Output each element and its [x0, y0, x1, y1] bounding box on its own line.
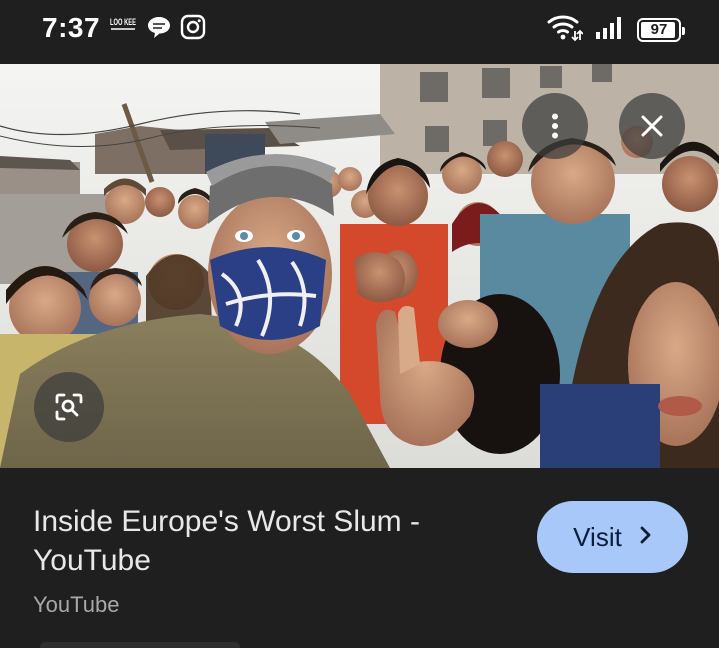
more-vertical-icon [551, 113, 559, 139]
instagram-icon [180, 14, 206, 45]
screen: 7:37 LOO KEE 97 Inside Europe's Worst Sl… [0, 0, 719, 648]
result-image[interactable] [0, 64, 719, 468]
close-button[interactable] [619, 93, 685, 159]
result-info: Inside Europe's Worst Slum - YouTube You… [0, 468, 719, 648]
result-source: YouTube [33, 592, 120, 617]
chat-bubble-icon [146, 14, 172, 45]
lookee-badge: LOO KEE [110, 17, 136, 27]
lookee-icon: LOO KEE [108, 14, 138, 45]
system-icons: 97 [547, 12, 685, 47]
next-result-peek [40, 642, 240, 648]
close-icon [640, 114, 664, 138]
status-bar: 7:37 LOO KEE 97 [0, 0, 719, 56]
chevron-right-icon [640, 526, 652, 549]
notification-icons: LOO KEE [108, 14, 206, 45]
battery-indicator: 97 [637, 17, 685, 42]
battery-cap [682, 26, 685, 35]
result-title[interactable]: Inside Europe's Worst Slum - YouTube [33, 502, 493, 580]
visit-label: Visit [573, 521, 622, 552]
lens-search-button[interactable] [34, 372, 104, 442]
status-time: 7:37 [42, 12, 101, 43]
crowd-photo [0, 64, 719, 468]
lens-search-icon [54, 392, 84, 422]
more-options-button[interactable] [522, 93, 588, 159]
wifi-icon [547, 12, 584, 47]
cellular-signal-icon [595, 14, 625, 45]
visit-button[interactable]: Visit [537, 501, 688, 573]
battery-level: 97 [650, 21, 668, 38]
